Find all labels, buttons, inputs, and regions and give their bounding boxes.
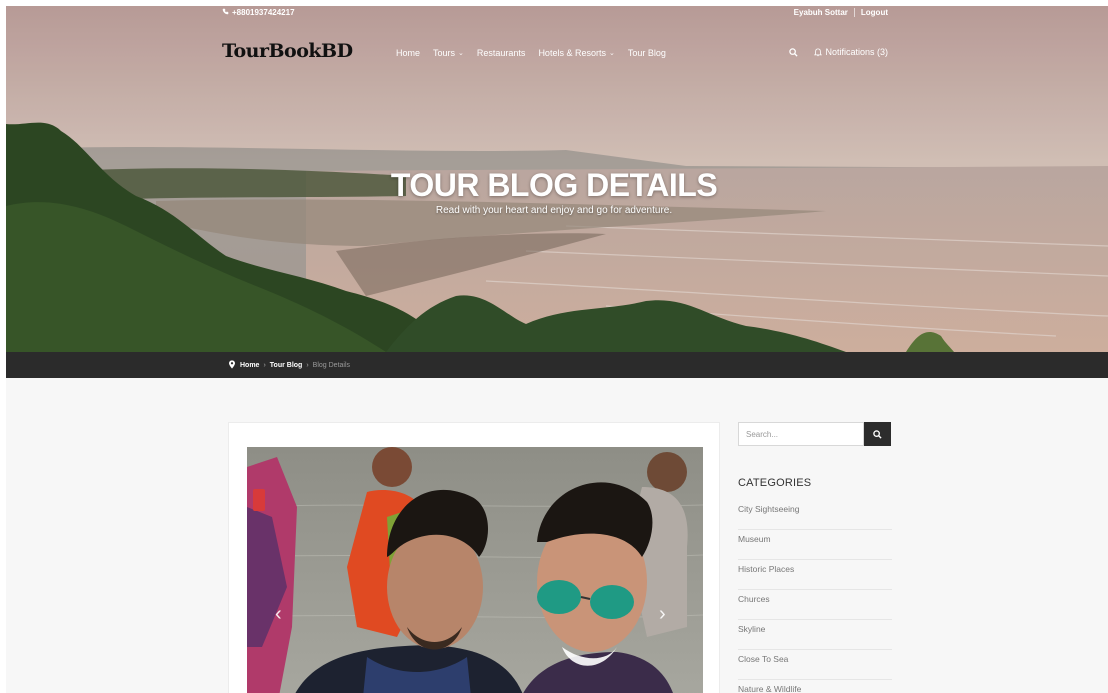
sidebar: CATEGORIES City Sightseeing Museum Histo…	[738, 422, 892, 693]
phone-icon	[222, 8, 229, 17]
notifications-button[interactable]: Notifications (3)	[814, 47, 888, 57]
nav-restaurants[interactable]: Restaurants	[477, 48, 526, 58]
hero-title: TOUR BLOG DETAILS	[390, 167, 718, 203]
phone-number: +8801937424217	[232, 8, 295, 17]
breadcrumb-tour-blog[interactable]: Tour Blog	[270, 362, 303, 369]
breadcrumb-bar: Home › Tour Blog › Blog Details	[6, 352, 1108, 378]
categories-list: City Sightseeing Museum Historic Places …	[738, 500, 892, 693]
search-button[interactable]	[864, 422, 891, 446]
blog-post-card: ‹ ›	[228, 422, 720, 693]
breadcrumb-separator: ›	[306, 362, 309, 369]
category-item[interactable]: Skyline	[738, 620, 892, 650]
category-item[interactable]: Museum	[738, 530, 892, 560]
slider-next-arrow-icon[interactable]: ›	[659, 604, 673, 624]
category-item[interactable]: Close To Sea	[738, 650, 892, 680]
phone-contact[interactable]: +8801937424217	[222, 8, 295, 17]
nav-tours[interactable]: Tours ⌄	[433, 48, 464, 58]
breadcrumb: Home › Tour Blog › Blog Details	[228, 360, 350, 371]
slider-prev-arrow-icon[interactable]: ‹	[275, 604, 289, 624]
category-item[interactable]: Churces	[738, 590, 892, 620]
bell-icon	[814, 47, 823, 57]
sidebar-search	[738, 422, 892, 446]
categories-heading: CATEGORIES	[738, 477, 812, 489]
notifications-label: Notifications (3)	[825, 47, 888, 57]
breadcrumb-home[interactable]: Home	[240, 362, 259, 369]
nav-home-label: Home	[396, 48, 421, 58]
post-image-slider[interactable]: ‹ ›	[247, 447, 703, 693]
search-icon	[873, 427, 882, 442]
search-icon[interactable]	[789, 47, 799, 57]
nav-hotels-label: Hotels & Resorts	[538, 48, 606, 58]
user-menu: Eyabuh Sottar Logout	[794, 8, 888, 17]
category-item[interactable]: Historic Places	[738, 560, 892, 590]
category-item[interactable]: Nature & Wildlife	[738, 680, 892, 693]
breadcrumb-current: Blog Details	[312, 362, 351, 369]
main-menu: Home Tours ⌄ Restaurants Hotels & Resorts…	[396, 48, 666, 58]
main-content: ‹ › CATEGORIES City Sightseeing Museum H…	[6, 378, 1108, 693]
nav-hotels-resorts[interactable]: Hotels & Resorts ⌄	[538, 48, 614, 58]
map-pin-icon	[228, 360, 236, 371]
hero-subtitle: Read with your heart and enjoy and go fo…	[435, 205, 673, 216]
nav-home[interactable]: Home	[396, 48, 420, 58]
post-photo	[247, 447, 703, 693]
site-logo[interactable]: TourBookBD	[222, 40, 353, 62]
nav-restaurants-label: Restaurants	[476, 48, 526, 58]
logout-link[interactable]: Logout	[861, 8, 888, 17]
chevron-down-icon: ⌄	[458, 50, 464, 57]
main-navbar: TourBookBD Home Tours ⌄ Restaurants Hotel…	[222, 40, 888, 66]
category-item[interactable]: City Sightseeing	[738, 500, 892, 530]
breadcrumb-separator: ›	[263, 362, 266, 369]
nav-tour-blog-label: Tour Blog	[627, 48, 666, 58]
nav-actions: Notifications (3)	[789, 47, 888, 57]
search-input[interactable]	[738, 422, 864, 446]
user-name-link[interactable]: Eyabuh Sottar	[794, 8, 848, 17]
chevron-down-icon: ⌄	[608, 50, 615, 57]
divider	[853, 8, 855, 17]
nav-tour-blog[interactable]: Tour Blog	[628, 48, 666, 58]
nav-tours-label: Tours	[433, 48, 456, 58]
top-bar: +8801937424217 Eyabuh Sottar Logout	[222, 8, 888, 22]
